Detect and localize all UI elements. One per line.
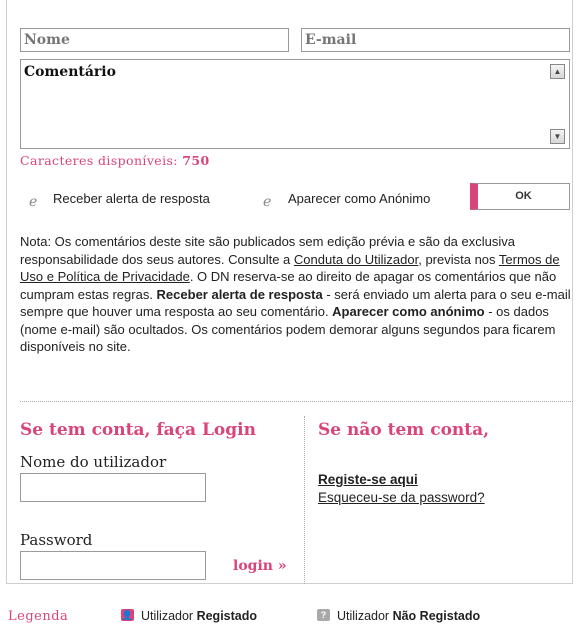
ok-button[interactable]: OK: [470, 183, 570, 210]
username-label: Nome do utilizador: [20, 453, 167, 471]
comment-textarea[interactable]: Comentário: [20, 59, 570, 149]
password-label: Password: [20, 531, 93, 549]
legend-bold: Registado: [196, 609, 258, 623]
legend-text: Utilizador: [141, 609, 197, 623]
legend-text: Utilizador: [337, 609, 393, 623]
radio-alert-icon[interactable]: ℯ: [29, 193, 37, 210]
radio-anon-icon[interactable]: ℯ: [263, 193, 271, 210]
login-heading: Se tem conta, faça Login: [20, 420, 256, 440]
email-field[interactable]: [301, 28, 570, 52]
column-divider: [304, 416, 305, 584]
legend-title: Legenda: [8, 609, 69, 624]
chars-label: Caracteres disponíveis:: [20, 153, 178, 168]
register-heading: Se não tem conta,: [318, 420, 490, 440]
note-bold: Receber alerta de resposta: [156, 286, 323, 302]
note-bold: Aparecer como anónimo: [332, 304, 485, 319]
legend-unregistered: Utilizador Não Registado: [337, 609, 480, 623]
opt-anon-label: Aparecer como Anónimo: [288, 191, 431, 206]
password-input[interactable]: [20, 551, 206, 580]
chars-remaining: Caracteres disponíveis: 750: [20, 153, 210, 168]
name-field[interactable]: [20, 28, 289, 52]
register-link[interactable]: Registe-se aqui: [318, 472, 418, 487]
divider: [20, 401, 573, 402]
opt-alert-label: Receber alerta de resposta: [53, 191, 210, 206]
login-button[interactable]: login »: [233, 558, 287, 574]
scroll-down-icon[interactable]: ▼: [550, 129, 565, 144]
chars-count: 750: [182, 153, 210, 168]
moderation-note: Nota: Os comentários deste site são publ…: [20, 233, 576, 356]
registered-user-icon: 👤: [121, 609, 134, 621]
unregistered-user-icon: ?: [317, 609, 330, 621]
comment-placeholder: Comentário: [24, 64, 116, 80]
note-text: , prevista nos: [418, 251, 499, 267]
legend-bold: Não Registado: [392, 609, 481, 623]
scroll-up-icon[interactable]: ▲: [550, 64, 565, 79]
username-input[interactable]: [20, 473, 206, 502]
legend-registered: Utilizador Registado: [141, 609, 257, 623]
forgot-password-link[interactable]: Esqueceu-se da password?: [318, 490, 485, 505]
conduct-link[interactable]: Conduta do Utilizador: [294, 252, 418, 267]
